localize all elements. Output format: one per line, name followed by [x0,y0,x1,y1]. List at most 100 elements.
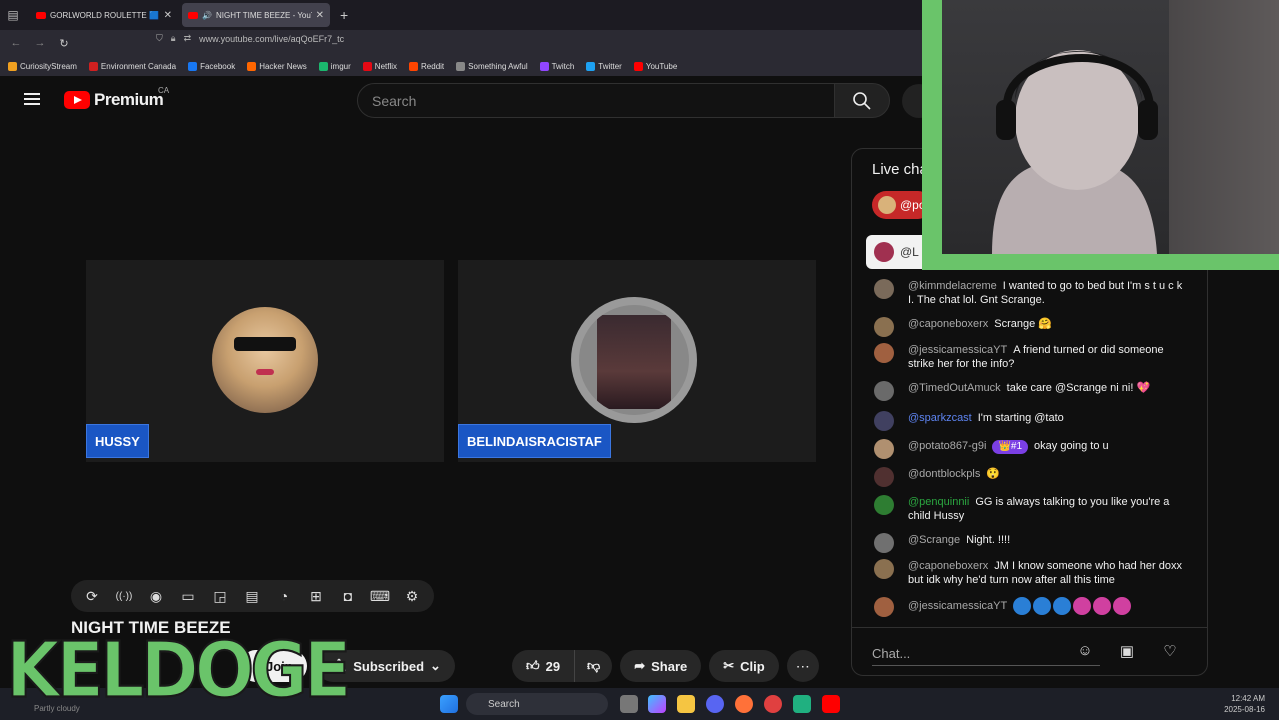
membership-badge: 👑#1 [992,440,1029,454]
firefox-icon[interactable] [735,695,753,713]
bookmark-favicon-icon [247,61,257,71]
bookmark-item[interactable]: Twitter [586,61,622,71]
chat-input[interactable]: Chat... [872,640,1100,666]
bookmark-item[interactable]: imgur [318,61,351,71]
camera-icon[interactable]: ◘ [335,586,361,606]
view-icon[interactable]: ◉ [143,586,169,606]
chat-author[interactable]: @jessicamessicaYT [908,344,1007,356]
file-explorer-icon[interactable] [677,695,695,713]
chat-author[interactable]: @sparkzcast [908,412,972,424]
clip-button[interactable]: ✂ Clip [709,650,779,682]
bookmark-favicon-icon [409,61,419,71]
emoji-icon [1093,597,1112,615]
back-icon[interactable]: ← [4,37,28,49]
super-chat-icon[interactable]: ▣ [1116,642,1138,664]
loop-icon[interactable]: ⟳ [79,586,105,606]
captions-icon[interactable]: ▤ [239,586,265,606]
live-audio-icon[interactable]: ((·)) [111,586,137,606]
avatar[interactable] [874,439,894,459]
reload-icon[interactable]: ↻ [52,37,76,50]
chat-author[interactable]: @potato867-g9i [908,440,986,452]
chat-author[interactable]: @caponeboxerx [908,318,988,330]
menu-icon[interactable] [24,93,40,105]
forward-icon[interactable]: → [28,37,52,49]
streamer-figure [992,50,1158,254]
chat-message: @sparkzcast I'm starting @tato [874,411,1184,431]
close-tab-icon[interactable]: ✕ [164,10,172,21]
chat-author[interactable]: @dontblockpls [908,468,980,480]
bookmark-item[interactable]: YouTube [633,61,677,71]
avatar[interactable] [874,533,894,553]
youtube-logo[interactable]: Premium CA [64,86,169,110]
chat-author[interactable]: @jessicamessicaYT [908,600,1007,612]
browser-tab-active[interactable]: 🔊 NIGHT TIME BEEZE - YouTu ✕ [182,3,330,27]
participant-avatar [571,297,697,423]
tab-list-icon[interactable]: ▤ [0,0,26,30]
add-icon[interactable]: ⊞ [303,586,329,606]
bookmark-favicon-icon [362,61,372,71]
youtube-app-icon[interactable] [822,695,840,713]
avatar[interactable] [874,381,894,401]
dislike-button[interactable]: 👎︎ [574,650,613,682]
search-button[interactable] [834,83,890,118]
bookmark-item[interactable]: Environment Canada [88,61,176,71]
chat-author[interactable]: @penquinnii [908,496,969,508]
pip-icon[interactable]: ◲ [207,586,233,606]
heart-icon[interactable]: ♡ [1159,642,1181,664]
browser-tab[interactable]: GORLWORLD ROULETTE 🟦 W ✕ [30,3,178,27]
url-text[interactable]: www.youtube.com/live/aqQoEFr7_tc [199,34,344,44]
avatar[interactable] [874,559,894,579]
chat-author[interactable]: @kimmdelacreme [908,280,997,292]
share-button[interactable]: ➦ Share [620,650,702,682]
share-icon: ➦ [634,658,646,673]
lock-icon[interactable]: 🔒︎ [171,33,176,44]
settings-icon[interactable]: ⚙ [399,586,425,606]
bookmark-item[interactable]: Reddit [409,61,444,71]
app-icon[interactable] [764,695,782,713]
keyboard-icon[interactable]: ⌨ [367,586,393,606]
app-icon[interactable] [793,695,811,713]
bookmark-item[interactable]: Hacker News [247,61,307,71]
avatar[interactable] [874,317,894,337]
bookmark-item[interactable]: Twitch [539,61,574,71]
discord-icon[interactable] [706,695,724,713]
bookmark-item[interactable]: Facebook [188,61,235,71]
tab-title: NIGHT TIME BEEZE - YouTu [215,10,312,20]
bookmark-item[interactable]: Something Awful [456,61,528,71]
participant-tile: HUSSY [86,260,444,462]
logo-text: Premium [94,90,164,109]
chat-author[interactable]: @Scrange [908,534,960,546]
address-bar[interactable]: ⛉ 🔒︎ ⇄ www.youtube.com/live/aqQoEFr7_tc [156,33,344,44]
copilot-icon[interactable] [648,695,666,713]
windows-start-icon[interactable] [440,695,458,713]
speed-icon[interactable]: ◔ [271,586,297,606]
chat-text: Scrange 🤗 [994,318,1053,330]
chat-author[interactable]: @TimedOutAmuck [908,382,1001,394]
speaker-icon[interactable]: 🔊 [202,11,212,20]
taskbar-search[interactable]: Search [466,693,608,715]
avatar[interactable] [874,495,894,515]
bookmark-item[interactable]: CuriosityStream [8,61,77,71]
new-tab-button[interactable]: + [340,7,348,23]
avatar[interactable] [874,597,894,617]
clapper-icon[interactable]: ▭ [175,586,201,606]
video-player[interactable]: HUSSY BELINDAISRACISTAF [71,148,829,568]
more-actions-button[interactable]: ⋯ [786,650,819,682]
task-view-icon[interactable] [620,695,638,713]
chat-message: @TimedOutAmuck take care @Scrange ni ni! … [874,381,1184,401]
bookmark-item[interactable]: Netflix [362,61,397,71]
avatar[interactable] [874,279,894,299]
search-input[interactable]: Search [357,83,835,118]
youtube-favicon-icon [188,11,198,19]
chat-message: @dontblockpls 😲 [874,467,1184,487]
shield-icon[interactable]: ⛉ [156,33,163,44]
avatar[interactable] [874,343,894,363]
emoji-icon[interactable]: ☺ [1074,642,1096,664]
like-button[interactable]: 👍︎ 29 [512,650,574,682]
avatar[interactable] [874,411,894,431]
chat-author[interactable]: @caponeboxerx [908,560,988,572]
system-clock[interactable]: 12:42 AM 2025-08-16 [1224,693,1265,715]
close-tab-icon[interactable]: ✕ [316,10,324,21]
permissions-icon[interactable]: ⇄ [184,33,192,44]
avatar[interactable] [874,467,894,487]
